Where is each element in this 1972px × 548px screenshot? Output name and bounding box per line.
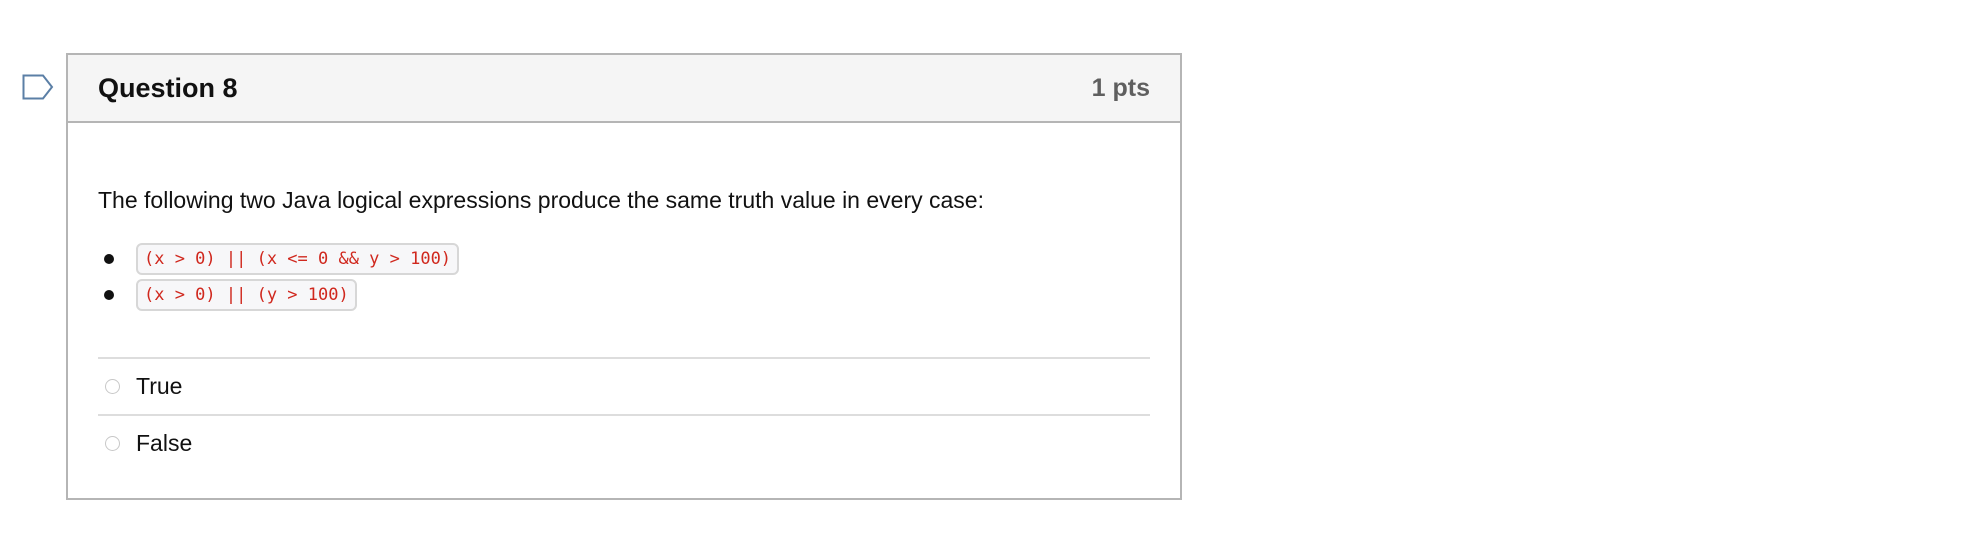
quiz-page: Question 8 1 pts The following two Java … — [0, 0, 1972, 548]
question-body: The following two Java logical expressio… — [68, 185, 1180, 471]
answer-label[interactable]: False — [136, 430, 192, 457]
question-points: 1 pts — [1091, 73, 1150, 102]
question-card: Question 8 1 pts The following two Java … — [66, 53, 1182, 500]
code-expression: (x > 0) || (y > 100) — [136, 279, 357, 311]
radio-unselected-icon[interactable] — [105, 379, 120, 394]
question-title: Question 8 — [98, 72, 238, 103]
radio-unselected-icon[interactable] — [105, 436, 120, 451]
answer-option-false[interactable]: False — [98, 416, 1150, 471]
flag-question-icon[interactable] — [22, 74, 54, 100]
list-item: (x > 0) || (x <= 0 && y > 100) — [98, 241, 1150, 277]
answer-option-true[interactable]: True — [98, 359, 1150, 416]
question-text: The following two Java logical expressio… — [98, 187, 984, 213]
bullet-icon — [104, 290, 114, 300]
answer-label[interactable]: True — [136, 373, 182, 400]
question-header: Question 8 1 pts — [68, 55, 1180, 123]
list-item: (x > 0) || (y > 100) — [98, 277, 1150, 313]
expression-list: (x > 0) || (x <= 0 && y > 100) (x > 0) |… — [98, 241, 1150, 313]
bullet-icon — [104, 254, 114, 264]
answer-choices: True False — [98, 357, 1150, 471]
code-expression: (x > 0) || (x <= 0 && y > 100) — [136, 243, 460, 275]
